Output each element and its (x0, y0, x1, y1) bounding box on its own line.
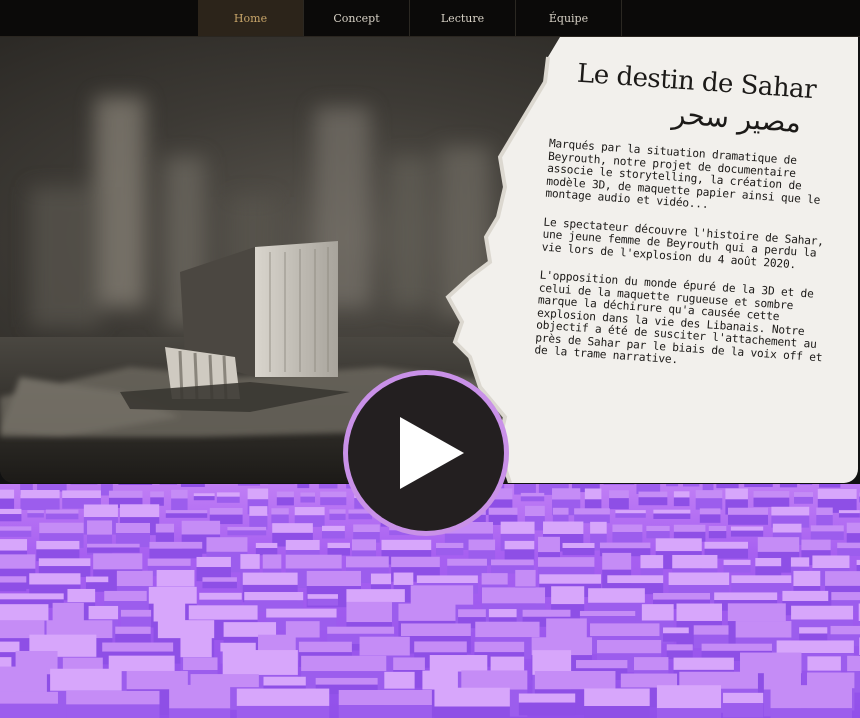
paragraph-1: Marqués par la situation dramatique de B… (545, 136, 821, 212)
paragraph-2: Le spectateur découvre l'histoire de Sah… (541, 215, 825, 271)
nav-item-home[interactable]: Home (198, 0, 304, 36)
paper-text-block: Le destin de Sahar مصير سحر Marqués par … (534, 57, 854, 378)
play-button[interactable] (348, 375, 504, 531)
nav-item-equipe[interactable]: Équipe (516, 0, 622, 36)
play-icon (400, 417, 464, 489)
nav-item-concept[interactable]: Concept (304, 0, 410, 36)
nav-item-lecture[interactable]: Lecture (410, 0, 516, 36)
top-nav: Home Concept Lecture Équipe (0, 0, 860, 37)
